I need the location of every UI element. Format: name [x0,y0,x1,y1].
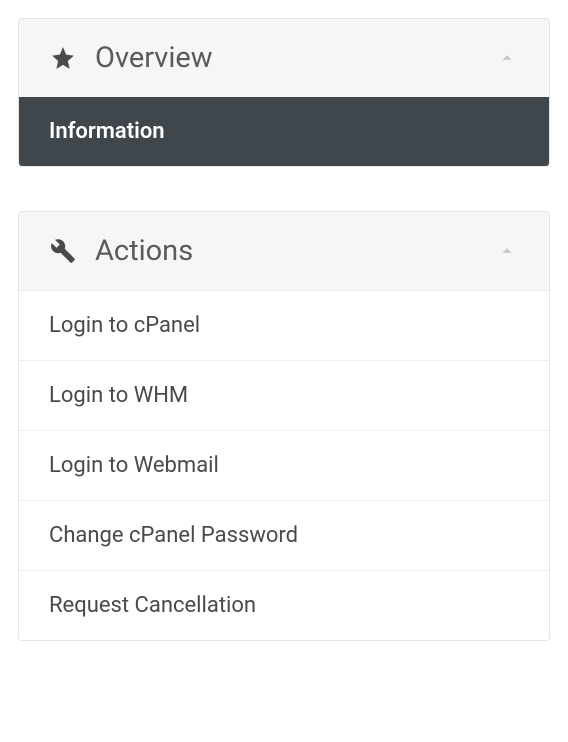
chevron-up-icon [495,239,519,263]
action-item-request-cancellation[interactable]: Request Cancellation [19,570,549,640]
action-item-login-webmail[interactable]: Login to Webmail [19,430,549,500]
overview-panel: Overview Information [18,18,550,167]
overview-title: Overview [95,41,495,75]
action-item-label: Login to WHM [49,383,188,408]
action-item-label: Change cPanel Password [49,523,298,548]
action-item-change-password[interactable]: Change cPanel Password [19,500,549,570]
actions-header[interactable]: Actions [19,212,549,290]
action-item-label: Request Cancellation [49,593,256,618]
chevron-up-icon [495,46,519,70]
overview-header[interactable]: Overview [19,19,549,97]
actions-title: Actions [95,234,495,268]
action-item-login-cpanel[interactable]: Login to cPanel [19,290,549,360]
action-item-login-whm[interactable]: Login to WHM [19,360,549,430]
action-item-label: Login to Webmail [49,453,219,478]
overview-item-label: Information [49,119,165,144]
star-icon [49,44,77,72]
action-item-label: Login to cPanel [49,313,200,338]
overview-item-information[interactable]: Information [19,97,549,166]
wrench-icon [49,237,77,265]
actions-panel: Actions Login to cPanel Login to WHM Log… [18,211,550,641]
